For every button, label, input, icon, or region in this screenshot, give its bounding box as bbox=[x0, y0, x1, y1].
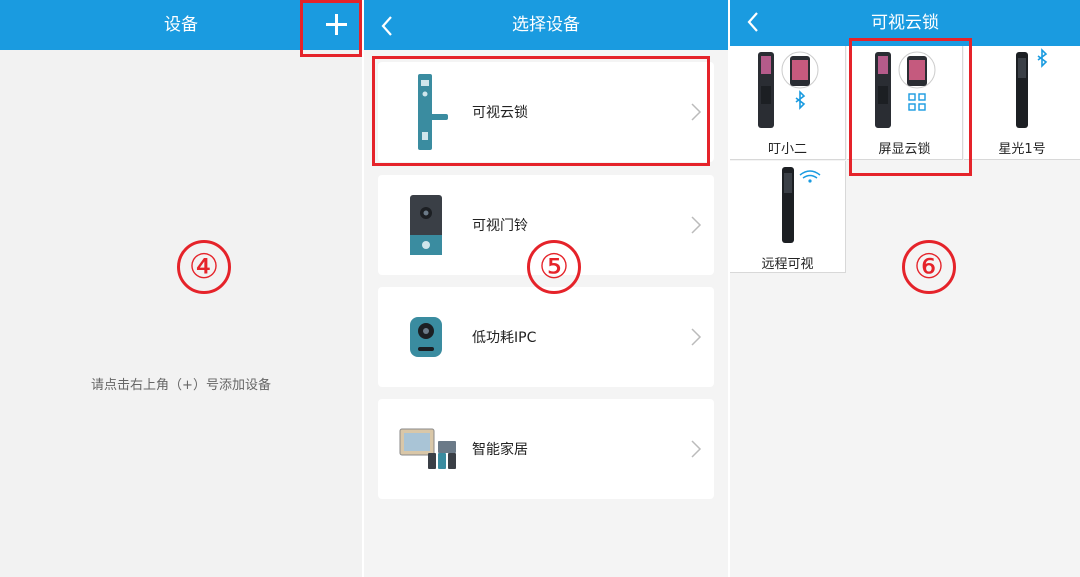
highlight-box-screen-lock bbox=[849, 38, 972, 176]
chevron-right-icon bbox=[691, 440, 702, 458]
header-bar: 选择设备 bbox=[364, 0, 728, 50]
device-model-label: 远程可视 bbox=[761, 257, 814, 272]
smart-home-icon bbox=[399, 428, 456, 469]
highlight-box-add bbox=[300, 0, 362, 57]
chevron-right-icon bbox=[691, 328, 702, 346]
ipc-camera-icon bbox=[410, 317, 442, 357]
device-model-tile[interactable]: 星光1号 bbox=[964, 46, 1080, 160]
device-list-screen: 设备 ④ 请点击右上角（+）号添加设备 bbox=[0, 0, 362, 577]
empty-hint-text: 请点击右上角（+）号添加设备 bbox=[91, 378, 271, 393]
device-type-label: 低功耗IPC bbox=[472, 330, 537, 346]
lock-slim-bluetooth-icon bbox=[1016, 48, 1048, 128]
lock-model-screen: 可视云锁 叮小二 屏显云锁 星光1号 远程可视 ⑥ bbox=[730, 0, 1080, 577]
device-type-label: 可视门铃 bbox=[472, 218, 528, 234]
step-number-5: ⑤ bbox=[527, 240, 581, 294]
device-model-tile[interactable]: 远程可视 bbox=[730, 161, 846, 273]
select-device-screen: 选择设备 可视云锁 可视门铃 低功耗IPC 智能家居 ⑤ bbox=[364, 0, 728, 577]
lock-with-bluetooth-icon bbox=[758, 51, 819, 128]
device-model-label: 星光1号 bbox=[998, 142, 1046, 157]
step-number-6: ⑥ bbox=[902, 240, 956, 294]
chevron-right-icon bbox=[691, 216, 702, 234]
device-model-tile[interactable]: 叮小二 bbox=[730, 46, 846, 160]
device-type-item[interactable]: 低功耗IPC bbox=[378, 287, 714, 387]
lock-wifi-icon bbox=[782, 167, 821, 243]
device-type-label: 智能家居 bbox=[472, 442, 528, 458]
page-title: 选择设备 bbox=[512, 15, 580, 35]
device-model-label: 叮小二 bbox=[767, 142, 807, 157]
device-type-item[interactable]: 智能家居 bbox=[378, 399, 714, 499]
step-number-4: ④ bbox=[177, 240, 231, 294]
highlight-box-lock bbox=[372, 56, 710, 166]
video-doorbell-icon bbox=[410, 195, 442, 255]
